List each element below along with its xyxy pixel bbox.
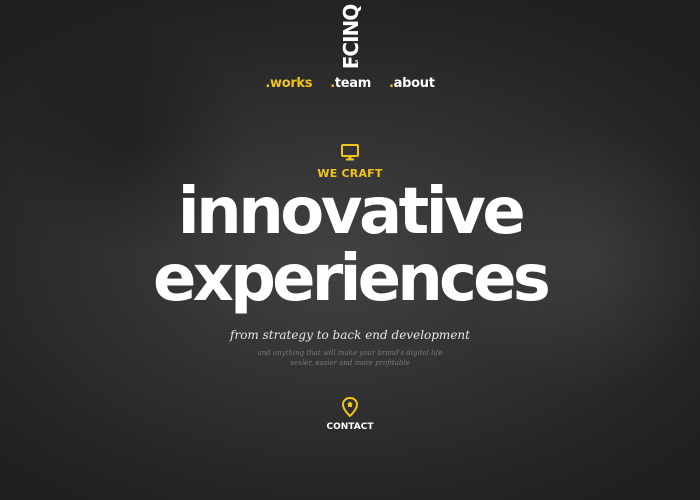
headline-line-2: experiences xyxy=(152,242,551,316)
nav-item-team-label: team xyxy=(334,76,372,91)
nav-item-works[interactable]: .works xyxy=(265,76,312,91)
nav-item-team[interactable]: .team xyxy=(330,76,371,91)
location-pin-icon[interactable] xyxy=(342,397,358,417)
hero-tagline: from strategy to back end development xyxy=(230,328,470,342)
hero-subline-1: and anything that will make your brand's… xyxy=(257,349,443,357)
headline-line-1: innovative xyxy=(177,175,526,249)
fcinq-logo[interactable]: FCINQ 5 xyxy=(339,5,363,70)
main-nav: .works .team .about xyxy=(0,76,700,91)
nav-item-about-label: about xyxy=(393,76,435,91)
monitor-icon xyxy=(341,144,359,161)
logo-sub: 5 xyxy=(355,60,359,66)
contact-link[interactable]: CONTACT xyxy=(0,422,700,432)
nav-item-works-label: works xyxy=(269,76,313,91)
nav-item-about[interactable]: .about xyxy=(389,76,435,91)
hero-subline-2: sexier, easier and more profitable xyxy=(290,359,410,367)
